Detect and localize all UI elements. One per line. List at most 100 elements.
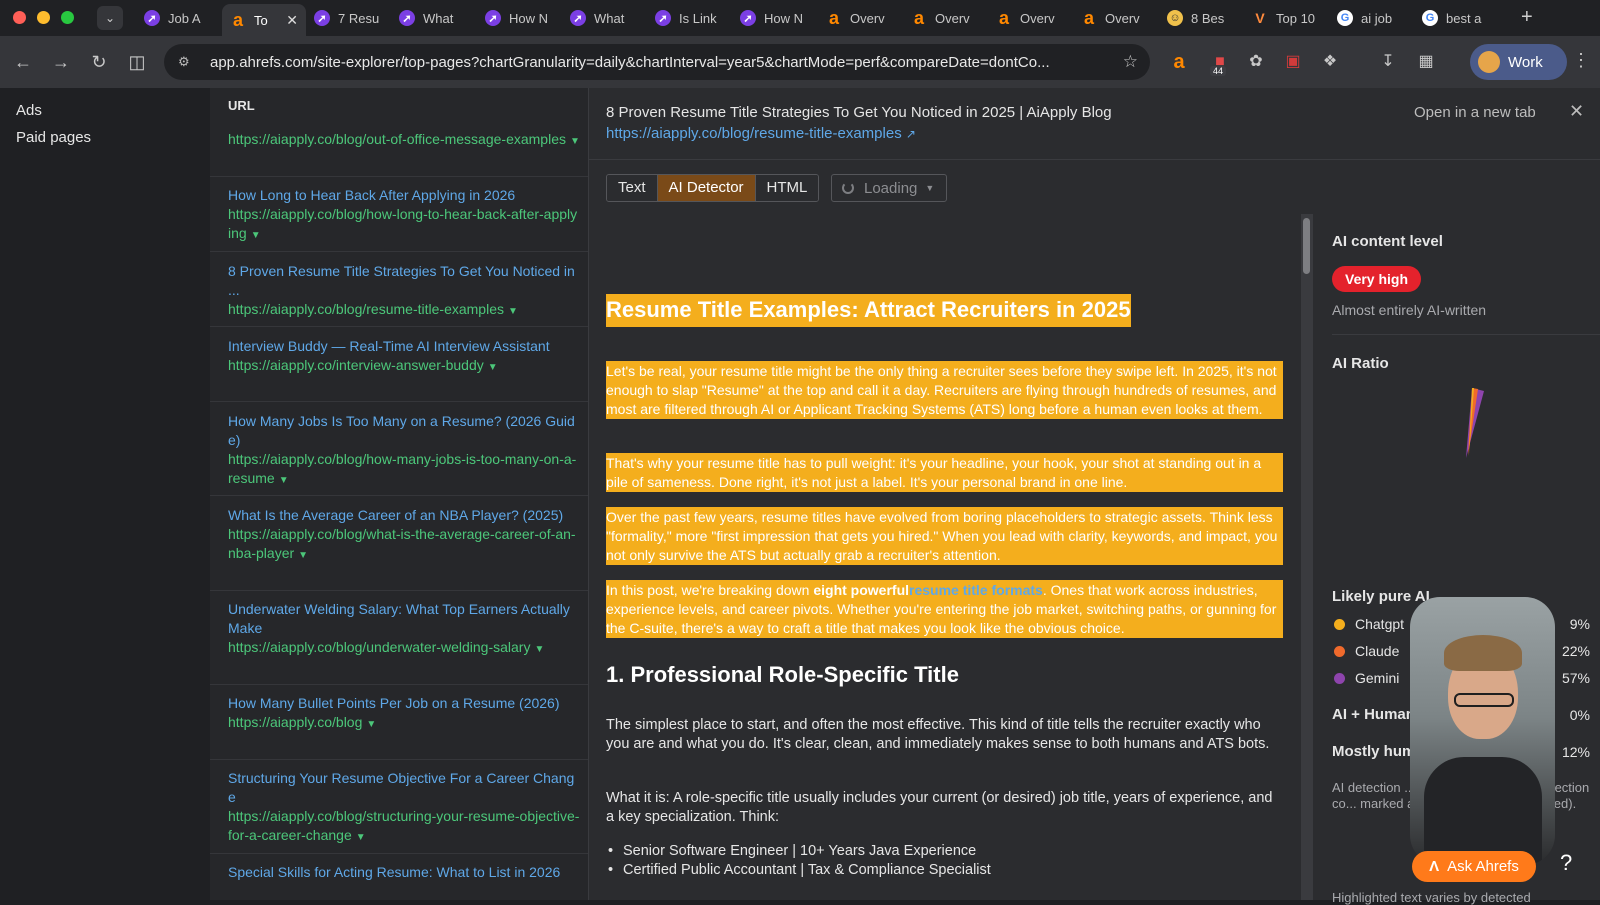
page-title-link[interactable]: How Many Bullet Points Per Job on a Resu…	[228, 694, 580, 713]
close-tab-icon[interactable]: ✕	[286, 12, 298, 29]
scrollbar-thumb[interactable]	[1303, 218, 1310, 274]
left-sidebar: Ads Paid pages	[0, 88, 210, 900]
tab-3[interactable]: ➚ What	[391, 4, 475, 32]
ahrefs-extension-icon[interactable]: a	[1167, 50, 1191, 74]
tab-6[interactable]: ➚ Is Link	[647, 4, 731, 32]
ahrefs-logo-icon: a	[998, 7, 1009, 28]
tab-text[interactable]: Text	[607, 175, 658, 201]
tab-4[interactable]: ➚ How N	[477, 4, 561, 32]
page-title-link[interactable]: How Many Jobs Is Too Many on a Resume? (…	[228, 412, 580, 450]
tab-14[interactable]: Gai job	[1329, 4, 1413, 32]
tab-active[interactable]: a To ✕	[222, 4, 306, 36]
loading-dropdown[interactable]: Loading ▼	[831, 174, 947, 202]
url-link[interactable]: https://aiapply.co/blog/resume-title-exa…	[228, 301, 504, 317]
close-window-button[interactable]	[13, 11, 26, 24]
likely-pure-ai-heading: Likely pure AI	[1332, 588, 1430, 605]
tab-search-chevron-icon[interactable]: ⌄	[97, 6, 123, 30]
url-column-header[interactable]: URL	[228, 98, 255, 113]
bookmark-star-icon[interactable]: ☆	[1123, 52, 1138, 72]
chevron-down-icon[interactable]: ▼	[570, 136, 580, 147]
list-item: How Many Bullet Points Per Job on a Resu…	[228, 694, 580, 734]
url-link[interactable]: https://aiapply.co/blog/out-of-office-me…	[228, 131, 566, 147]
article-paragraph: Let's be real, your resume title might b…	[606, 361, 1283, 419]
profile-button[interactable]: Work	[1470, 44, 1567, 80]
tab-5[interactable]: ➚ What	[562, 4, 646, 32]
forward-arrow-icon[interactable]: →	[49, 50, 73, 74]
url-link[interactable]: https://aiapply.co/blog/what-is-the-aver…	[228, 526, 576, 561]
url-link[interactable]: https://aiapply.co/interview-answer-budd…	[228, 357, 484, 373]
tab-0[interactable]: ➚ Job A	[136, 4, 220, 32]
tab-9[interactable]: a Overv	[903, 4, 987, 32]
new-tab-plus-icon[interactable]: +	[1521, 6, 1533, 29]
view-mode-tabs: Text AI Detector HTML	[606, 174, 820, 202]
openai-extension-icon[interactable]: ✿	[1244, 50, 1268, 74]
chevron-down-icon[interactable]: ▼	[298, 550, 308, 561]
chevron-down-icon[interactable]: ▼	[251, 230, 261, 241]
article-paragraph: What it is: A role-specific title usuall…	[606, 790, 1273, 825]
url-link[interactable]: https://aiapply.co/blog/structuring-your…	[228, 808, 579, 843]
sidebar-item-ads[interactable]: Ads	[16, 102, 42, 119]
ask-ahrefs-button[interactable]: Λ Ask Ahrefs	[1412, 851, 1536, 882]
split-view-icon[interactable]: ◫	[125, 50, 149, 74]
tab-html[interactable]: HTML	[755, 175, 819, 201]
minimize-window-button[interactable]	[37, 11, 50, 24]
record-extension-icon[interactable]: ▣	[1281, 50, 1305, 74]
open-in-new-tab-link[interactable]: Open in a new tab	[1414, 104, 1536, 121]
back-arrow-icon[interactable]: ←	[11, 50, 35, 74]
tab-2[interactable]: ➚ 7 Resu	[306, 4, 390, 32]
sidebar-item-paid-pages[interactable]: Paid pages	[16, 129, 91, 146]
external-link-icon[interactable]: ↗	[906, 127, 916, 141]
avatar	[1478, 51, 1500, 73]
chevron-down-icon[interactable]: ▼	[488, 362, 498, 373]
tab-10[interactable]: a Overv	[988, 4, 1072, 32]
tab-ai-detector[interactable]: AI Detector	[657, 175, 756, 201]
url-link[interactable]: https://aiapply.co/blog/how-long-to-hear…	[228, 206, 577, 241]
reload-icon[interactable]: ↻	[87, 50, 111, 74]
compass-icon: ➚	[314, 10, 330, 26]
chevron-down-icon[interactable]: ▼	[356, 832, 366, 843]
help-icon[interactable]: ?	[1560, 850, 1572, 876]
list-item: Senior Software Engineer | 10+ Years Jav…	[606, 842, 991, 861]
extensions-puzzle-icon[interactable]: ❖	[1318, 50, 1342, 74]
fullscreen-window-button[interactable]	[61, 11, 74, 24]
chevron-down-icon[interactable]: ▼	[366, 719, 376, 730]
site-settings-icon[interactable]: ⚙	[178, 54, 194, 70]
ai-level-description: Almost entirely AI-written	[1332, 302, 1487, 318]
close-icon[interactable]: ✕	[1569, 101, 1584, 122]
compass-icon: ➚	[570, 10, 586, 26]
tab-13[interactable]: V Top 10	[1244, 4, 1328, 32]
tab-11[interactable]: a Overv	[1073, 4, 1157, 32]
url-link[interactable]: https://aiapply.co/blog	[228, 714, 362, 730]
page-title-link[interactable]: Special Skills for Acting Resume: What t…	[228, 863, 580, 882]
page-title-link[interactable]: 8 Proven Resume Title Strategies To Get …	[228, 262, 580, 300]
preview-url-link[interactable]: https://aiapply.co/blog/resume-title-exa…	[606, 125, 916, 142]
tab-15[interactable]: Gbest a	[1414, 4, 1498, 32]
page-title-link[interactable]: Underwater Welding Salary: What Top Earn…	[228, 600, 580, 638]
url-link[interactable]: https://aiapply.co/blog/underwater-weldi…	[228, 639, 530, 655]
compass-icon: ➚	[144, 10, 160, 26]
page-title-link[interactable]: Interview Buddy — Real-Time AI Interview…	[228, 337, 580, 356]
page-title-link[interactable]: How Long to Hear Back After Applying in …	[228, 186, 580, 205]
chatgpt-percent: 9%	[1569, 616, 1590, 632]
list-item: How Many Jobs Is Too Many on a Resume? (…	[228, 412, 580, 490]
chevron-down-icon[interactable]: ▼	[508, 306, 518, 317]
download-icon[interactable]: ↧	[1376, 50, 1400, 74]
chevron-down-icon[interactable]: ▼	[279, 475, 289, 486]
chevron-down-icon[interactable]: ▼	[534, 644, 544, 655]
webcam-overlay[interactable]	[1410, 597, 1555, 865]
page-title-link[interactable]: What Is the Average Career of an NBA Pla…	[228, 506, 580, 525]
address-bar[interactable]: ⚙ app.ahrefs.com/site-explorer/top-pages…	[164, 44, 1150, 80]
url-text[interactable]: app.ahrefs.com/site-explorer/top-pages?c…	[210, 54, 1105, 71]
browser-menu-icon[interactable]: ⋮	[1572, 50, 1590, 71]
inline-link[interactable]: resume title formats	[909, 582, 1043, 598]
person-hair	[1444, 635, 1522, 671]
tab-7[interactable]: ➚ How N	[732, 4, 816, 32]
page-title-link[interactable]: Structuring Your Resume Objective For a …	[228, 769, 580, 807]
tab-12[interactable]: ☺ 8 Bes	[1159, 4, 1243, 32]
v-logo-icon: V	[1255, 10, 1265, 26]
legend-chatgpt: Chatgpt	[1334, 616, 1404, 632]
scrollbar-track[interactable]	[1301, 214, 1313, 900]
smiley-face-icon: ☺	[1167, 10, 1183, 26]
screenshot-icon[interactable]: ▦	[1414, 50, 1438, 74]
tab-8[interactable]: a Overv	[818, 4, 902, 32]
